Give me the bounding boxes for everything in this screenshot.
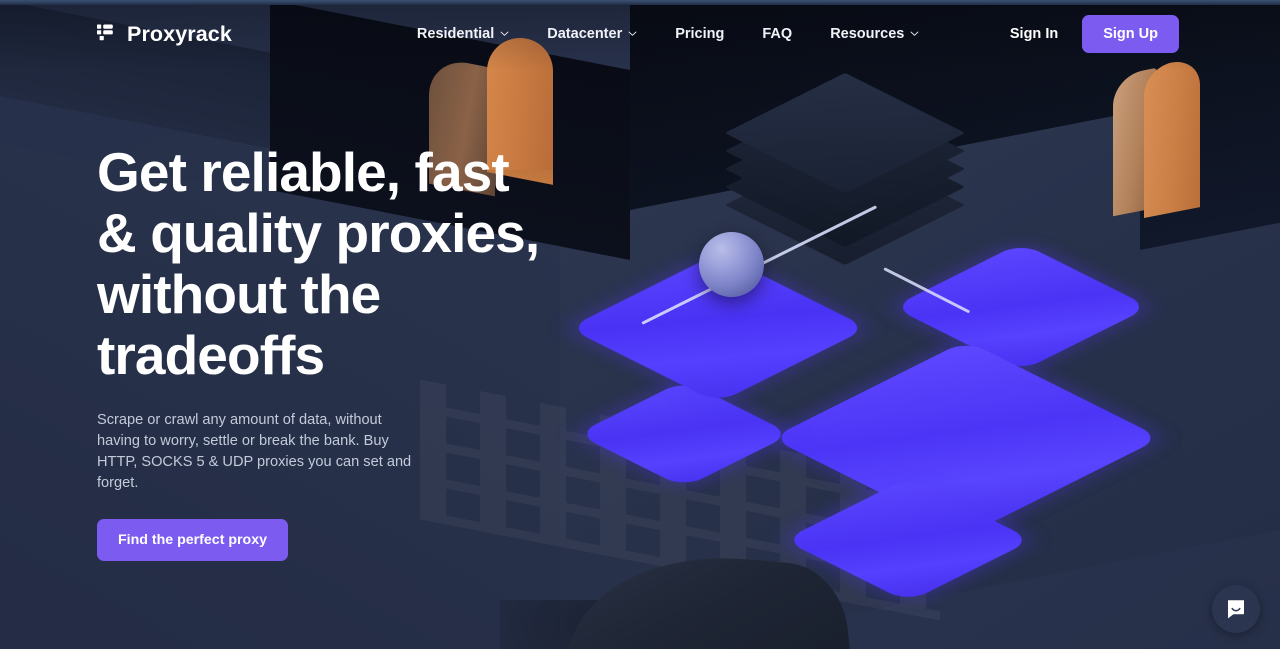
- sign-in-link[interactable]: Sign In: [996, 17, 1072, 51]
- brand-name: Proxyrack: [127, 21, 232, 46]
- brand-logo-link[interactable]: Proxyrack: [97, 22, 232, 47]
- browser-top-edge: [0, 0, 1280, 5]
- nav-item-label: Resources: [830, 26, 905, 42]
- find-the-perfect-proxy-button[interactable]: Find the perfect proxy: [97, 519, 288, 561]
- sign-up-button[interactable]: Sign Up: [1082, 15, 1179, 53]
- chevron-down-icon: [500, 31, 509, 36]
- proxyrack-blocks-logo-icon: [97, 24, 113, 41]
- chevron-down-icon: [910, 31, 919, 36]
- nav-item-pricing[interactable]: Pricing: [656, 18, 743, 50]
- hero-copy: Get reliable, fast & quality proxies, wi…: [97, 142, 567, 561]
- nav-item-residential[interactable]: Residential: [398, 18, 528, 50]
- hero-headline: Get reliable, fast & quality proxies, wi…: [97, 141, 540, 386]
- chevron-down-icon: [628, 31, 637, 36]
- orange-arch-right-front: [1144, 57, 1200, 219]
- nav-item-label: Datacenter: [547, 26, 623, 42]
- intercom-chat-icon: [1228, 600, 1244, 619]
- nav-item-label: FAQ: [762, 26, 793, 42]
- nav-item-label: Residential: [416, 26, 495, 42]
- nav-item-faq[interactable]: FAQ: [743, 18, 811, 50]
- nav-item-datacenter[interactable]: Datacenter: [528, 18, 656, 50]
- site-header: Proxyrack Residential Datacenter Pricing…: [0, 5, 1280, 63]
- nav-item-resources[interactable]: Resources: [811, 18, 938, 50]
- chat-launcher-button[interactable]: [1212, 585, 1260, 633]
- nav-item-label: Pricing: [675, 26, 725, 42]
- hero-subtext: Scrape or crawl any amount of data, with…: [97, 412, 412, 491]
- main-navigation: Residential Datacenter Pricing FAQ Resou…: [398, 18, 938, 50]
- header-actions: Sign In Sign Up: [996, 15, 1179, 53]
- glowing-tile: [783, 452, 1033, 628]
- scene-sphere: [699, 232, 764, 297]
